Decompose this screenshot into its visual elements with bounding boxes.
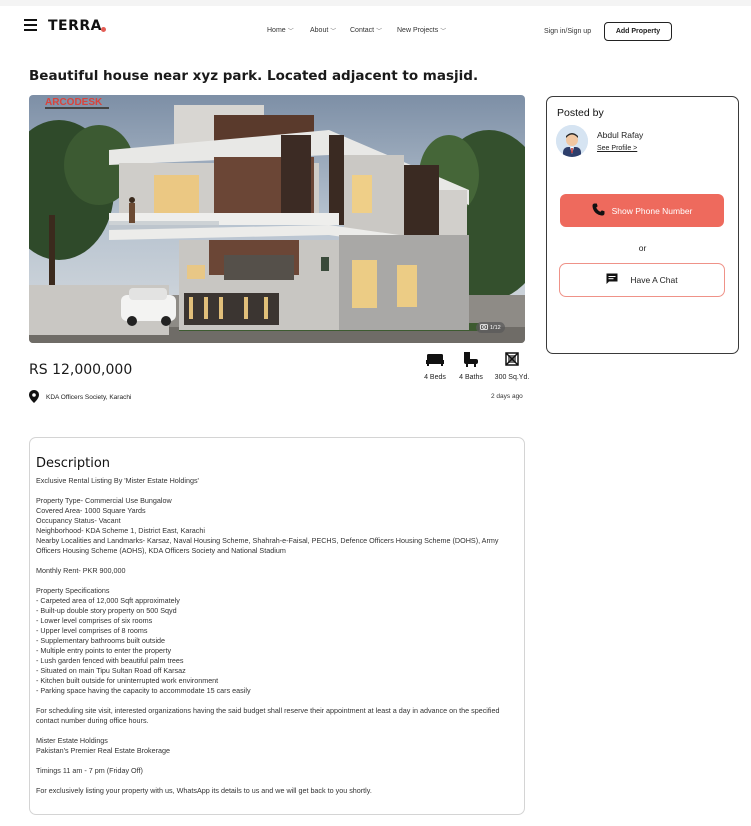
navbar: TERRA Home ﹀ About ﹀ Contact ﹀ New Projects… (0, 6, 751, 52)
chevron-down-icon: ﹀ (440, 29, 447, 35)
description-body: Exclusive Rental Listing By 'Mister Esta… (36, 476, 500, 795)
listing-title: Beautiful house near xyz park. Located a… (29, 68, 479, 84)
listing-price: RS 12,000,000 (29, 362, 133, 378)
property-photo[interactable]: ARCODESK (29, 95, 525, 343)
bathtub-icon (457, 349, 485, 369)
bed-icon (422, 349, 448, 369)
agent-card: Posted by Abdul Rafay See Profile > Show… (546, 96, 739, 354)
posted-by-label: Posted by (557, 107, 604, 119)
beds-label: 4 Beds (424, 374, 446, 381)
nav-new-projects[interactable]: New Projects ﹀ (397, 26, 446, 35)
description-card: Description Exclusive Rental Listing By … (29, 437, 525, 815)
phone-icon (592, 203, 605, 218)
nav-about[interactable]: About ﹀ (310, 26, 336, 35)
photo-counter[interactable]: 1/12 (476, 322, 505, 333)
camera-icon (480, 323, 488, 332)
avatar[interactable] (556, 125, 588, 157)
description-heading: Description (36, 456, 111, 471)
map-pin-icon (29, 390, 39, 405)
chevron-down-icon: ﹀ (376, 29, 383, 35)
chat-button[interactable]: Have A Chat (559, 263, 725, 297)
area-feature: 300 Sq.Yd. (492, 349, 532, 381)
location: KDA Officers Society, Karachi (29, 390, 131, 405)
chat-icon (606, 273, 618, 287)
chevron-down-icon: ﹀ (287, 29, 294, 35)
signin-link[interactable]: Sign in/Sign up (544, 28, 591, 35)
beds-feature: 4 Beds (422, 349, 448, 381)
location-text: KDA Officers Society, Karachi (46, 394, 132, 401)
nav-home[interactable]: Home ﹀ (267, 26, 294, 35)
nav-contact[interactable]: Contact ﹀ (350, 26, 382, 35)
baths-label: 4 Baths (459, 374, 483, 381)
or-divider: or (638, 243, 647, 253)
posted-date: 2 days ago (491, 393, 523, 400)
watermark-logo: ARCODESK (45, 97, 103, 108)
add-property-button[interactable]: Add Property (604, 22, 672, 41)
chevron-down-icon: ﹀ (330, 29, 337, 35)
area-icon (492, 349, 532, 369)
hamburger-menu-icon[interactable] (24, 19, 37, 31)
agent-name: Abdul Rafay (597, 130, 644, 140)
baths-feature: 4 Baths (457, 349, 485, 381)
see-profile-link[interactable]: See Profile > (597, 145, 637, 152)
site-logo[interactable]: TERRA (48, 18, 102, 34)
show-phone-button[interactable]: Show Phone Number (560, 194, 724, 227)
area-label: 300 Sq.Yd. (494, 374, 530, 381)
logo-dot (101, 27, 106, 32)
